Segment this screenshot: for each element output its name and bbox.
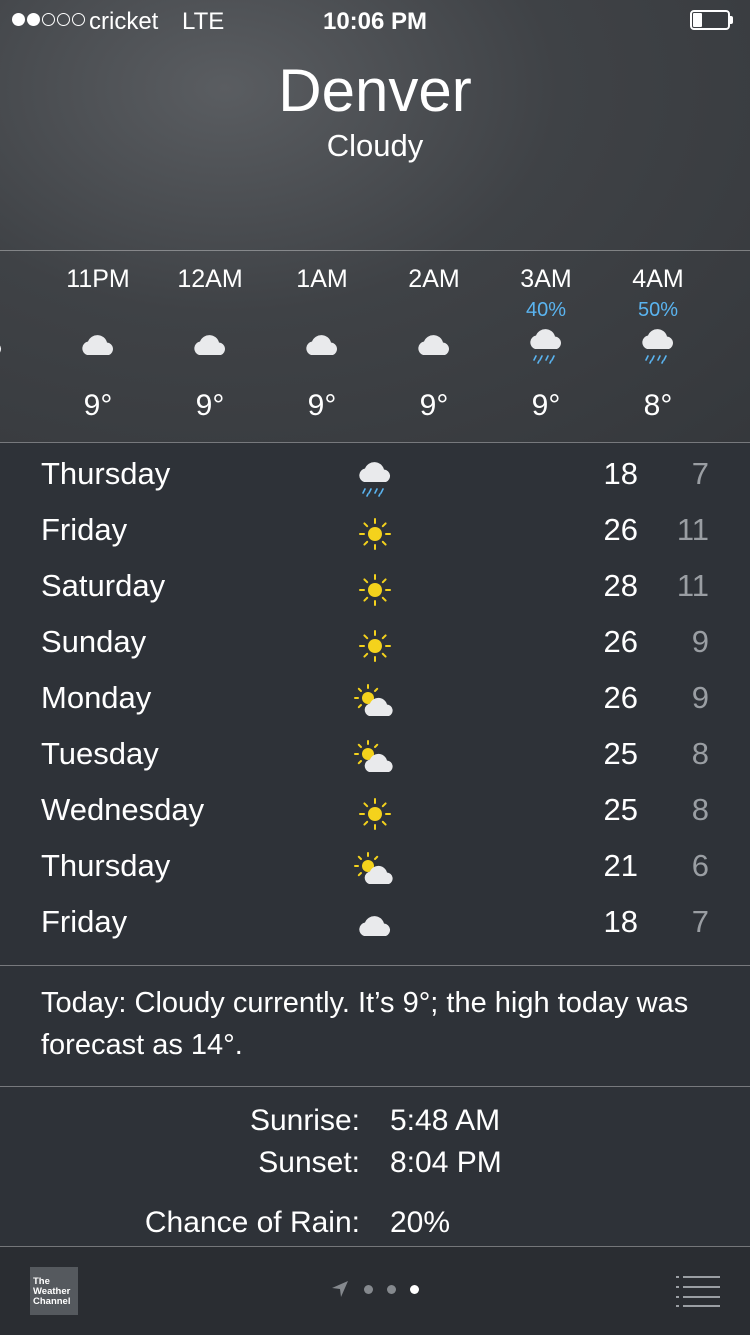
partly-cloudy-icon	[354, 682, 396, 722]
hourly-time: w	[0, 265, 42, 294]
daily-row: Thursday 18 7	[0, 448, 750, 504]
high-temp: 26	[603, 512, 638, 547]
rain-cloud-icon	[354, 458, 396, 498]
low-temp: 8	[691, 736, 709, 771]
day-name: Saturday	[41, 568, 166, 603]
sunrise-value: 5:48 AM	[390, 1104, 501, 1137]
daily-row: Friday 18 7	[0, 896, 750, 952]
chance-of-rain-label: Chance of Rain:	[144, 1206, 360, 1239]
hourly-time: 2AM	[408, 265, 460, 293]
daily-row: Thursday 21 6	[0, 840, 750, 896]
hourly-time: 5	[714, 265, 750, 294]
sunset-row: Sunset: 8:04 PM	[0, 1146, 750, 1186]
cloud-icon	[0, 325, 6, 365]
day-name: Thursday	[41, 848, 171, 883]
rain-cloud-icon	[526, 325, 566, 365]
hourly-temp: 9°	[307, 389, 337, 422]
partly-cloudy-icon	[354, 738, 396, 778]
cloud-icon	[190, 325, 230, 365]
high-temp: 28	[603, 568, 638, 603]
hourly-forecast-strip[interactable]: w ° 11PM 9° 12AM 9° 1AM 9° 2AM 9° 3AM 40% 9° 4AM 50% 8°…	[0, 251, 750, 441]
sun-icon	[354, 570, 396, 610]
daily-row: Tuesday 25 8	[0, 728, 750, 784]
high-temp: 26	[603, 624, 638, 659]
divider	[0, 1086, 750, 1087]
day-name: Friday	[41, 904, 128, 939]
hourly-time: 11PM	[66, 265, 130, 293]
hourly-time: 3AM	[520, 265, 572, 293]
page-dot[interactable]	[410, 1284, 419, 1294]
high-temp: 21	[603, 848, 638, 883]
page-control[interactable]	[330, 1279, 419, 1299]
hourly-temp: 9°	[195, 389, 225, 422]
status-time: 10:06 PM	[322, 8, 428, 35]
divider	[0, 442, 750, 443]
low-temp: 9	[691, 680, 709, 715]
cloud-icon	[302, 325, 342, 365]
page-dot[interactable]	[387, 1284, 396, 1294]
hourly-time: 1AM	[296, 265, 348, 293]
hourly-temp: 9°	[419, 389, 449, 422]
cloud-icon	[78, 325, 118, 365]
sun-icon	[354, 626, 396, 666]
location-arrow-icon	[332, 1281, 348, 1297]
rain-cloud-icon	[638, 325, 678, 365]
battery-icon	[690, 10, 734, 30]
low-temp: 7	[691, 456, 709, 491]
low-temp: 11	[676, 568, 709, 603]
high-temp: 25	[603, 792, 638, 827]
day-name: Monday	[41, 680, 152, 715]
daily-row: Monday 26 9	[0, 672, 750, 728]
daily-row: Wednesday 25 8	[0, 784, 750, 840]
sun-icon	[354, 514, 396, 554]
chance-of-rain-value: 20%	[390, 1206, 451, 1239]
hourly-time: 12AM	[177, 265, 243, 293]
today-summary: Today: Cloudy currently. It’s 9°; the hi…	[41, 987, 689, 1061]
cloud-icon	[354, 906, 396, 946]
sun-icon	[354, 794, 396, 834]
low-temp: 6	[691, 848, 709, 883]
day-name: Sunday	[41, 624, 147, 659]
day-name: Tuesday	[41, 736, 159, 771]
city-name: Denver	[278, 57, 472, 124]
cloud-icon	[414, 325, 454, 365]
day-name: Friday	[41, 512, 128, 547]
high-temp: 25	[603, 736, 638, 771]
hourly-precip-chance: 50%	[637, 299, 679, 321]
sunset-value: 8:04 PM	[390, 1146, 502, 1179]
day-name: Wednesday	[41, 792, 205, 827]
hourly-temp: 9°	[531, 389, 561, 422]
divider	[0, 965, 750, 966]
current-condition: Cloudy	[326, 128, 424, 163]
page-dot[interactable]	[364, 1284, 373, 1294]
sunrise-row: Sunrise: 5:48 AM	[0, 1104, 750, 1144]
low-temp: 8	[691, 792, 709, 827]
city-list-icon[interactable]	[676, 1275, 720, 1307]
low-temp: 9	[691, 624, 709, 659]
day-name: Thursday	[41, 456, 171, 491]
daily-row: Sunday 26 9	[0, 616, 750, 672]
hourly-temp: °	[0, 389, 42, 423]
daily-row: Saturday 28 11	[0, 560, 750, 616]
status-bar: cricket LTE 10:06 PM	[0, 0, 750, 40]
bottom-toolbar: The Weather Channel	[0, 1246, 750, 1335]
hourly-temp: 8°	[643, 389, 673, 422]
chance-of-rain-row: Chance of Rain: 20%	[0, 1206, 750, 1246]
daily-row: Friday 26 11	[0, 504, 750, 560]
sunset-label: Sunset:	[258, 1146, 360, 1179]
sunrise-label: Sunrise:	[249, 1104, 360, 1137]
high-temp: 26	[603, 680, 638, 715]
hourly-temp: 9°	[83, 389, 113, 422]
high-temp: 18	[603, 904, 638, 939]
hourly-precip-chance: 40%	[525, 299, 567, 321]
low-temp: 7	[691, 904, 709, 939]
low-temp: 11	[676, 512, 709, 547]
partly-cloudy-icon	[354, 850, 396, 890]
weather-channel-logo[interactable]: The Weather Channel	[30, 1267, 78, 1315]
hourly-time: 4AM	[632, 265, 684, 293]
logo-line: Channel	[33, 1296, 71, 1307]
high-temp: 18	[603, 456, 638, 491]
